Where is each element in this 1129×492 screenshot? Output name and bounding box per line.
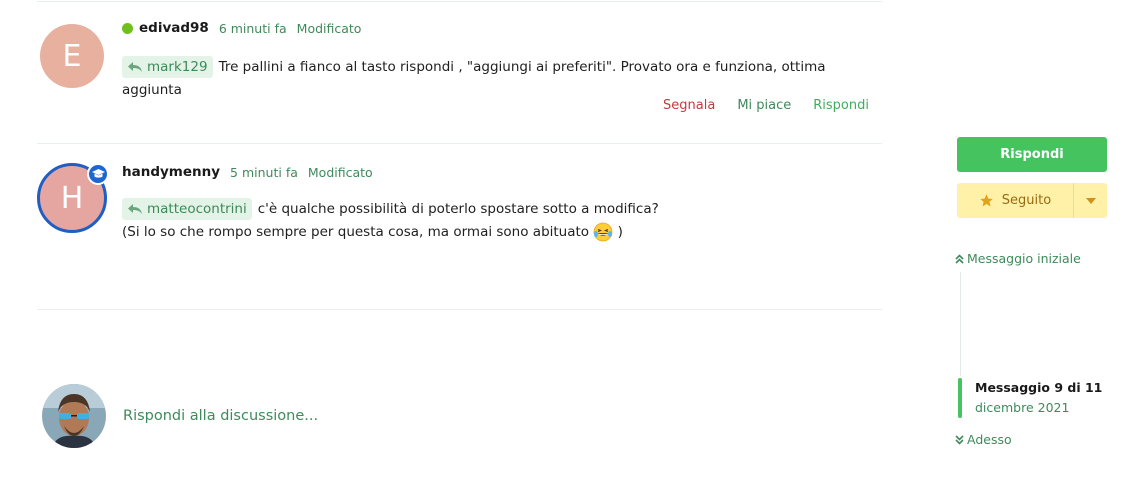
double-chevron-up-icon: [955, 253, 964, 264]
post-header: handymenny 5 minuti fa Modificato: [122, 164, 373, 180]
post-time[interactable]: 6 minuti fa: [219, 21, 287, 36]
avatar[interactable]: H: [37, 163, 109, 233]
like-button[interactable]: Mi piace: [737, 98, 791, 113]
caret-down-icon: [1085, 197, 1096, 204]
divider: [37, 143, 882, 144]
post-time[interactable]: 5 minuti fa: [230, 165, 298, 180]
post-header: edivad98 6 minuti fa Modificato: [122, 20, 361, 36]
reply-to-chip[interactable]: matteocontrini: [122, 198, 252, 220]
divider: [37, 309, 882, 310]
follow-button[interactable]: Seguito: [957, 183, 1073, 218]
online-indicator: [122, 22, 133, 34]
moderator-badge-icon: [87, 163, 109, 185]
follow-dropdown-toggle[interactable]: [1073, 183, 1107, 218]
current-user-avatar: [42, 384, 106, 448]
reply-arrow-icon: [128, 62, 142, 72]
topic-reply-button[interactable]: Rispondi: [957, 137, 1107, 172]
avatar[interactable]: E: [40, 24, 104, 88]
timeline-track[interactable]: [960, 272, 961, 376]
star-icon: [980, 194, 993, 207]
post-text: Tre pallini a fianco al tasto rispondi ,…: [122, 59, 826, 98]
report-button[interactable]: Segnala: [663, 98, 715, 113]
post-line-2: (Si lo so che rompo sempre per questa co…: [122, 222, 623, 242]
post-actions: Segnala Mi piace Rispondi: [663, 98, 869, 113]
post-body: matteocontrini c'è qualche possibilità d…: [122, 198, 882, 244]
follow-control: Seguito: [957, 183, 1107, 218]
post-edivad98: E edivad98 6 minuti fa Modificato mark12…: [37, 20, 882, 124]
username[interactable]: edivad98: [139, 20, 209, 36]
reply-composer[interactable]: Rispondi alla discussione...: [42, 384, 318, 448]
timeline-start-link[interactable]: Messaggio iniziale: [955, 251, 1081, 266]
post-body: mark129 Tre pallini a fianco al tasto ri…: [122, 56, 882, 102]
timeline-date: dicembre 2021: [975, 400, 1070, 415]
timeline-scrubber[interactable]: [958, 378, 962, 418]
edited-label[interactable]: Modificato: [308, 165, 373, 180]
reply-arrow-icon: [128, 204, 142, 214]
post-line-1: matteocontrini c'è qualche possibilità d…: [122, 198, 882, 221]
timeline-end-link[interactable]: Adesso: [955, 432, 1012, 447]
post-text: c'è qualche possibilità di poterlo spost…: [257, 201, 659, 217]
post-handymenny: H handymenny 5 minuti fa Modificato matt…: [37, 163, 882, 283]
divider: [37, 1, 882, 2]
username[interactable]: handymenny: [122, 164, 220, 180]
edited-label[interactable]: Modificato: [297, 21, 362, 36]
topic-page: E edivad98 6 minuti fa Modificato mark12…: [0, 0, 1129, 492]
composer-placeholder[interactable]: Rispondi alla discussione...: [123, 408, 318, 424]
reply-button[interactable]: Rispondi: [813, 98, 869, 113]
laughing-tears-emoji-icon: [593, 222, 613, 242]
timeline-position: Messaggio 9 di 11: [975, 380, 1103, 395]
reply-to-chip[interactable]: mark129: [122, 56, 213, 78]
double-chevron-down-icon: [955, 434, 964, 445]
